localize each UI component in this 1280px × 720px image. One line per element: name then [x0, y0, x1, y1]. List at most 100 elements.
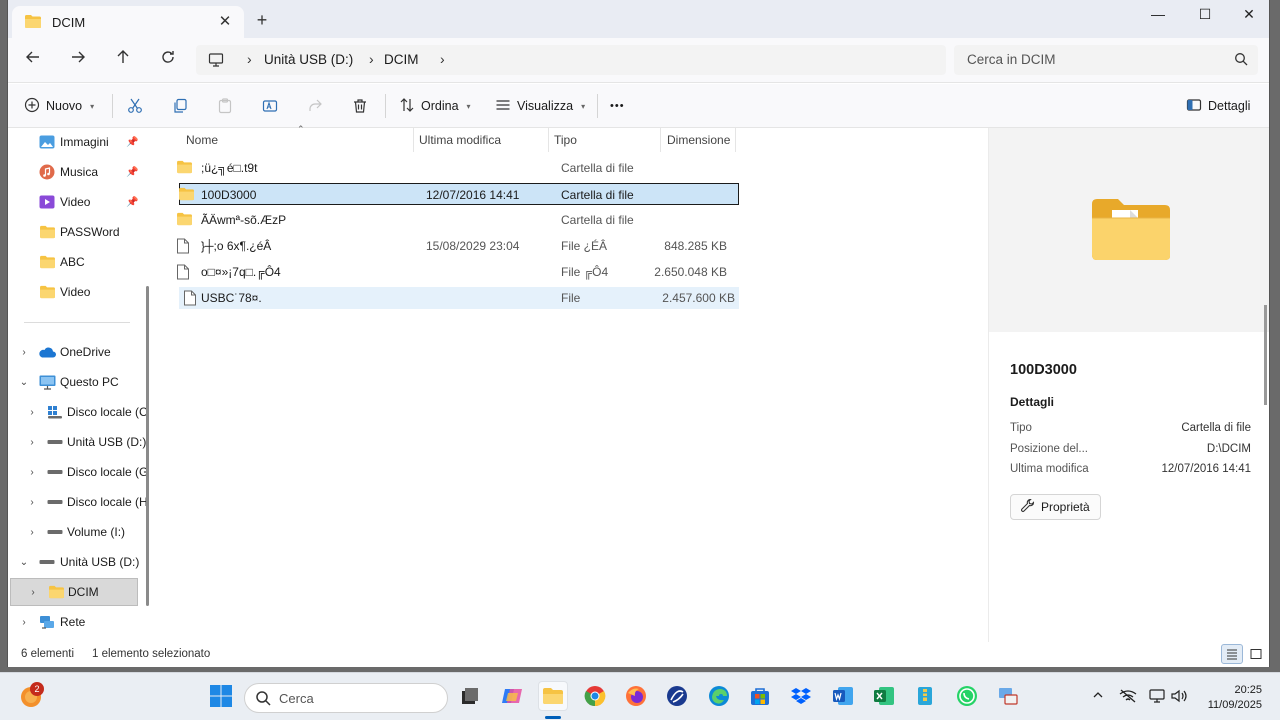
paste-icon[interactable] — [215, 96, 235, 116]
display-icon[interactable] — [1149, 689, 1167, 706]
microsoft-store-icon[interactable] — [745, 681, 775, 711]
breadcrumb-chevron-icon[interactable]: › — [369, 51, 374, 67]
breadcrumb-usb-drive[interactable]: Unità USB (D:) — [264, 52, 353, 67]
tiles-view-icon[interactable] — [1245, 644, 1267, 664]
cut-icon[interactable] — [125, 96, 145, 116]
sidebar-item-local-disk-c[interactable]: › Disco locale (C — [8, 398, 148, 426]
sidebar-item-videos[interactable]: Video 📌 — [8, 188, 148, 216]
details-view-icon[interactable] — [1221, 644, 1243, 664]
sync-app-icon[interactable] — [662, 681, 692, 711]
delete-icon[interactable] — [350, 96, 370, 116]
forward-arrow-icon[interactable] — [66, 49, 90, 71]
sidebar-item-label: PASSWord — [60, 225, 120, 239]
sidebar-item-local-disk-h[interactable]: › Disco locale (H — [8, 488, 148, 516]
column-divider[interactable] — [735, 128, 736, 152]
tab-dcim[interactable]: DCIM ✕ — [12, 6, 244, 38]
taskbar-search-input[interactable]: Cerca — [244, 683, 448, 713]
file-type: File ¿ÉÂ — [561, 239, 608, 253]
copy-icon[interactable] — [170, 96, 190, 116]
chevron-right-icon[interactable]: › — [26, 437, 38, 448]
column-divider[interactable] — [413, 128, 414, 152]
chevron-down-icon[interactable]: ⌄ — [18, 377, 30, 388]
breadcrumb-chevron-icon[interactable]: › — [440, 51, 445, 67]
chrome-icon[interactable] — [580, 681, 610, 711]
more-options-icon[interactable]: ••• — [610, 96, 625, 116]
properties-button[interactable]: Proprietà — [1010, 494, 1101, 520]
word-icon[interactable] — [828, 681, 858, 711]
taskbar-clock[interactable]: 20:25 11/09/2025 — [1196, 683, 1262, 713]
sidebar-item-video-folder[interactable]: Video — [8, 278, 148, 306]
sidebar-item-local-disk-g[interactable]: › Disco locale (G — [8, 458, 148, 486]
chevron-right-icon[interactable]: › — [26, 527, 38, 538]
back-arrow-icon[interactable] — [21, 49, 45, 71]
file-modified: 15/08/2029 23:04 — [426, 239, 520, 253]
show-hidden-icons-icon[interactable] — [1092, 689, 1104, 704]
sidebar-item-abc[interactable]: ABC — [8, 248, 148, 276]
file-row[interactable]: ;ü¿╗é□.t9t Cartella di file — [171, 157, 731, 179]
share-icon[interactable] — [305, 96, 325, 116]
file-row-hover[interactable]: USBC˙78¤. File 2.457.600 KB — [179, 287, 739, 309]
dropbox-icon[interactable] — [786, 681, 816, 711]
view-button[interactable]: Visualizza ▾ — [495, 96, 585, 116]
up-arrow-icon[interactable] — [111, 49, 135, 71]
volume-icon[interactable] — [1171, 689, 1189, 706]
file-row[interactable]: o□¤»¡7q□.╔Ô4 File ╔Ô4 2.650.048 KB — [171, 261, 731, 283]
address-bar[interactable]: › Unità USB (D:) › DCIM › — [196, 45, 946, 75]
column-header-type[interactable]: Tipo — [554, 133, 577, 147]
chevron-right-icon[interactable]: › — [26, 497, 38, 508]
music-icon — [38, 164, 56, 180]
sidebar-item-volume-i[interactable]: › Volume (I:) — [8, 518, 148, 546]
new-button[interactable]: Nuovo ▾ — [24, 96, 94, 116]
column-divider[interactable] — [548, 128, 549, 152]
sidebar-scrollbar[interactable] — [146, 286, 149, 606]
sidebar-item-music[interactable]: Musica 📌 — [8, 158, 148, 186]
remote-desktop-icon[interactable] — [993, 681, 1023, 711]
whatsapp-icon[interactable] — [952, 681, 982, 711]
sidebar-item-usb-drive-d[interactable]: › Unità USB (D:) — [8, 428, 148, 456]
chevron-right-icon[interactable]: › — [18, 617, 30, 628]
breadcrumb-dcim[interactable]: DCIM — [384, 52, 419, 67]
column-header-size[interactable]: Dimensione — [667, 133, 730, 147]
file-row[interactable]: ÃÄwmª-sõ.ÆzP Cartella di file — [171, 209, 731, 231]
column-divider[interactable] — [660, 128, 661, 152]
pin-icon: 📌 — [126, 196, 139, 208]
column-header-modified[interactable]: Ultima modifica — [419, 133, 501, 147]
chevron-right-icon[interactable]: › — [27, 587, 39, 598]
details-section-heading: Dettagli — [1010, 395, 1055, 409]
details-toggle-button[interactable]: Dettagli — [1186, 96, 1250, 116]
close-window-button[interactable]: ✕ — [1236, 6, 1262, 24]
new-tab-button[interactable]: + — [252, 11, 272, 29]
minimize-button[interactable]: — — [1145, 6, 1171, 24]
start-windows-icon[interactable] — [206, 681, 236, 711]
copilot-icon[interactable] — [497, 681, 527, 711]
chevron-right-icon[interactable]: › — [18, 347, 30, 358]
sidebar-item-pictures[interactable]: Immagini 📌 — [8, 128, 148, 156]
view-list-icon — [495, 97, 511, 116]
sidebar-item-dcim[interactable]: › DCIM — [10, 578, 138, 606]
breadcrumb-chevron-icon[interactable]: › — [247, 51, 252, 67]
file-explorer-taskbar-icon[interactable] — [538, 681, 568, 711]
task-view-icon[interactable] — [455, 681, 485, 711]
excel-icon[interactable] — [869, 681, 899, 711]
chevron-down-icon[interactable]: ⌄ — [18, 557, 30, 568]
chevron-right-icon[interactable]: › — [26, 407, 38, 418]
firefox-icon[interactable] — [621, 681, 651, 711]
close-tab-icon[interactable]: ✕ — [216, 12, 234, 30]
file-row-selected[interactable]: 100D3000 12/07/2016 14:41 Cartella di fi… — [179, 183, 739, 205]
sidebar-item-this-pc[interactable]: ⌄ Questo PC — [8, 368, 148, 396]
column-header-name[interactable]: Nome — [186, 133, 218, 147]
sidebar-item-network[interactable]: › Rete — [8, 608, 148, 636]
edge-icon[interactable] — [704, 681, 734, 711]
refresh-icon[interactable] — [156, 49, 180, 71]
file-row[interactable]: }┼;o 6x¶.¿éÂ 15/08/2029 23:04 File ¿ÉÂ 8… — [171, 235, 731, 257]
sidebar-item-usb-drive-root[interactable]: ⌄ Unità USB (D:) — [8, 548, 148, 576]
sidebar-item-onedrive[interactable]: › OneDrive — [8, 338, 148, 366]
archive-app-icon[interactable] — [910, 681, 940, 711]
rename-icon[interactable] — [260, 96, 280, 116]
sort-button[interactable]: Ordina ▾ — [399, 96, 471, 116]
search-input[interactable]: Cerca in DCIM — [954, 45, 1258, 75]
network-offline-icon[interactable] — [1119, 689, 1137, 706]
sidebar-item-password[interactable]: PASSWord — [8, 218, 148, 246]
chevron-right-icon[interactable]: › — [26, 467, 38, 478]
maximize-button[interactable]: ☐ — [1192, 6, 1218, 24]
